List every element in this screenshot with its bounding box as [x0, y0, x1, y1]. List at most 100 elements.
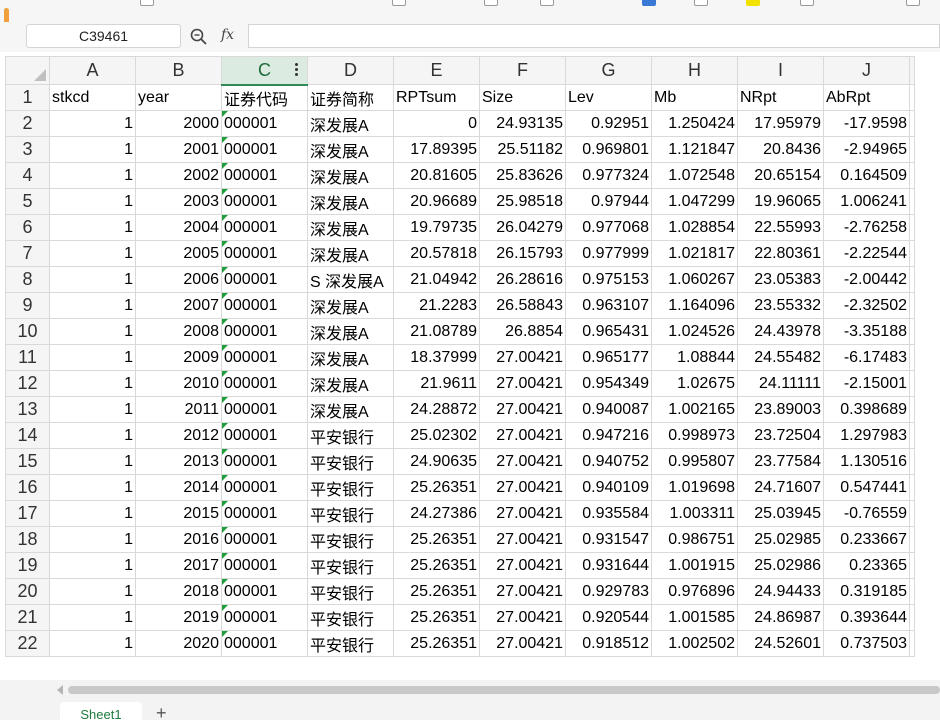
data-cell[interactable]: 25.26351	[393, 578, 480, 605]
data-cell[interactable]: 1	[49, 136, 136, 163]
data-cell[interactable]: 2006	[135, 266, 222, 293]
data-cell[interactable]: 25.83626	[479, 162, 566, 189]
data-cell[interactable]: 深发展A	[307, 214, 394, 241]
empty-cell[interactable]	[909, 448, 915, 475]
data-cell[interactable]: 000001	[221, 448, 308, 475]
data-cell[interactable]: 26.04279	[479, 214, 566, 241]
data-cell[interactable]: 1	[49, 110, 136, 137]
data-cell[interactable]: 1	[49, 500, 136, 527]
header-cell[interactable]: NRpt	[737, 84, 824, 111]
data-cell[interactable]: 1	[49, 162, 136, 189]
name-box[interactable]: C39461	[26, 24, 181, 48]
empty-cell[interactable]	[909, 110, 915, 137]
row-header[interactable]: 3	[5, 136, 50, 163]
column-header-b[interactable]: B	[135, 56, 222, 85]
data-cell[interactable]: 23.55332	[737, 292, 824, 319]
empty-cell[interactable]	[909, 188, 915, 215]
header-cell[interactable]: 证券代码	[221, 84, 308, 111]
data-cell[interactable]: 1	[49, 396, 136, 423]
data-cell[interactable]: 2003	[135, 188, 222, 215]
data-cell[interactable]: 1	[49, 474, 136, 501]
data-cell[interactable]: 25.98518	[479, 188, 566, 215]
empty-cell[interactable]	[909, 396, 915, 423]
data-cell[interactable]: 2004	[135, 214, 222, 241]
row-header[interactable]: 18	[5, 526, 50, 553]
data-cell[interactable]: 1.002502	[651, 630, 738, 657]
horizontal-scrollbar[interactable]	[0, 680, 940, 700]
data-cell[interactable]: 25.26351	[393, 552, 480, 579]
data-cell[interactable]: 20.96689	[393, 188, 480, 215]
data-cell[interactable]: 2014	[135, 474, 222, 501]
data-cell[interactable]: 26.8854	[479, 318, 566, 345]
data-cell[interactable]: -0.76559	[823, 500, 910, 527]
header-cell[interactable]: 证券简称	[307, 84, 394, 111]
data-cell[interactable]: 000001	[221, 344, 308, 371]
data-cell[interactable]: 0.547441	[823, 474, 910, 501]
empty-cell[interactable]	[909, 552, 915, 579]
data-cell[interactable]: 2018	[135, 578, 222, 605]
row-header[interactable]: 9	[5, 292, 50, 319]
data-cell[interactable]: 0.931644	[565, 552, 652, 579]
data-cell[interactable]: 深发展A	[307, 370, 394, 397]
data-cell[interactable]: 1.019698	[651, 474, 738, 501]
row-header[interactable]: 4	[5, 162, 50, 189]
sheet-tab[interactable]: Sheet1	[60, 702, 142, 726]
row-header[interactable]: 8	[5, 266, 50, 293]
data-cell[interactable]: 20.57818	[393, 240, 480, 267]
data-cell[interactable]: 18.37999	[393, 344, 480, 371]
row-header[interactable]: 5	[5, 188, 50, 215]
data-cell[interactable]: 25.26351	[393, 526, 480, 553]
data-cell[interactable]: 0.963107	[565, 292, 652, 319]
data-cell[interactable]: 25.02985	[737, 526, 824, 553]
data-cell[interactable]: 23.89003	[737, 396, 824, 423]
data-cell[interactable]: 0.986751	[651, 526, 738, 553]
data-cell[interactable]: 000001	[221, 240, 308, 267]
data-cell[interactable]: 0.998973	[651, 422, 738, 449]
data-cell[interactable]: 平安银行	[307, 526, 394, 553]
data-cell[interactable]: 000001	[221, 214, 308, 241]
data-cell[interactable]: 1.072548	[651, 162, 738, 189]
row-header[interactable]: 21	[5, 604, 50, 631]
row-header[interactable]: 1	[5, 84, 50, 111]
data-cell[interactable]: 1.021817	[651, 240, 738, 267]
data-cell[interactable]: 2020	[135, 630, 222, 657]
data-cell[interactable]: 2011	[135, 396, 222, 423]
data-cell[interactable]: 2001	[135, 136, 222, 163]
row-header[interactable]: 13	[5, 396, 50, 423]
data-cell[interactable]: 25.26351	[393, 630, 480, 657]
data-cell[interactable]: 20.65154	[737, 162, 824, 189]
data-cell[interactable]: 2017	[135, 552, 222, 579]
data-cell[interactable]: 0.233667	[823, 526, 910, 553]
data-cell[interactable]: 17.89395	[393, 136, 480, 163]
data-cell[interactable]: 000001	[221, 266, 308, 293]
header-cell[interactable]: Mb	[651, 84, 738, 111]
data-cell[interactable]: 0.975153	[565, 266, 652, 293]
data-cell[interactable]: -2.22544	[823, 240, 910, 267]
data-cell[interactable]: 23.05383	[737, 266, 824, 293]
data-cell[interactable]: 0.920544	[565, 604, 652, 631]
zoom-icon[interactable]	[189, 27, 209, 47]
data-cell[interactable]: 1	[49, 422, 136, 449]
data-cell[interactable]: 000001	[221, 552, 308, 579]
data-cell[interactable]: 1.001585	[651, 604, 738, 631]
data-cell[interactable]: 1	[49, 448, 136, 475]
data-cell[interactable]: 1	[49, 292, 136, 319]
data-cell[interactable]: 0.947216	[565, 422, 652, 449]
column-header-e[interactable]: E	[393, 56, 480, 85]
data-cell[interactable]: 25.26351	[393, 604, 480, 631]
data-cell[interactable]: 000001	[221, 396, 308, 423]
data-cell[interactable]: 25.03945	[737, 500, 824, 527]
data-cell[interactable]: 27.00421	[479, 396, 566, 423]
data-cell[interactable]: 23.72504	[737, 422, 824, 449]
data-cell[interactable]: 24.43978	[737, 318, 824, 345]
row-header[interactable]: 22	[5, 630, 50, 657]
data-cell[interactable]: 27.00421	[479, 552, 566, 579]
data-cell[interactable]: 000001	[221, 604, 308, 631]
data-cell[interactable]: 0.976896	[651, 578, 738, 605]
data-cell[interactable]: 0.23365	[823, 552, 910, 579]
data-cell[interactable]: 平安银行	[307, 604, 394, 631]
data-cell[interactable]: 深发展A	[307, 110, 394, 137]
data-cell[interactable]: 1.164096	[651, 292, 738, 319]
fx-icon[interactable]: fx	[221, 27, 234, 43]
data-cell[interactable]: 19.79735	[393, 214, 480, 241]
